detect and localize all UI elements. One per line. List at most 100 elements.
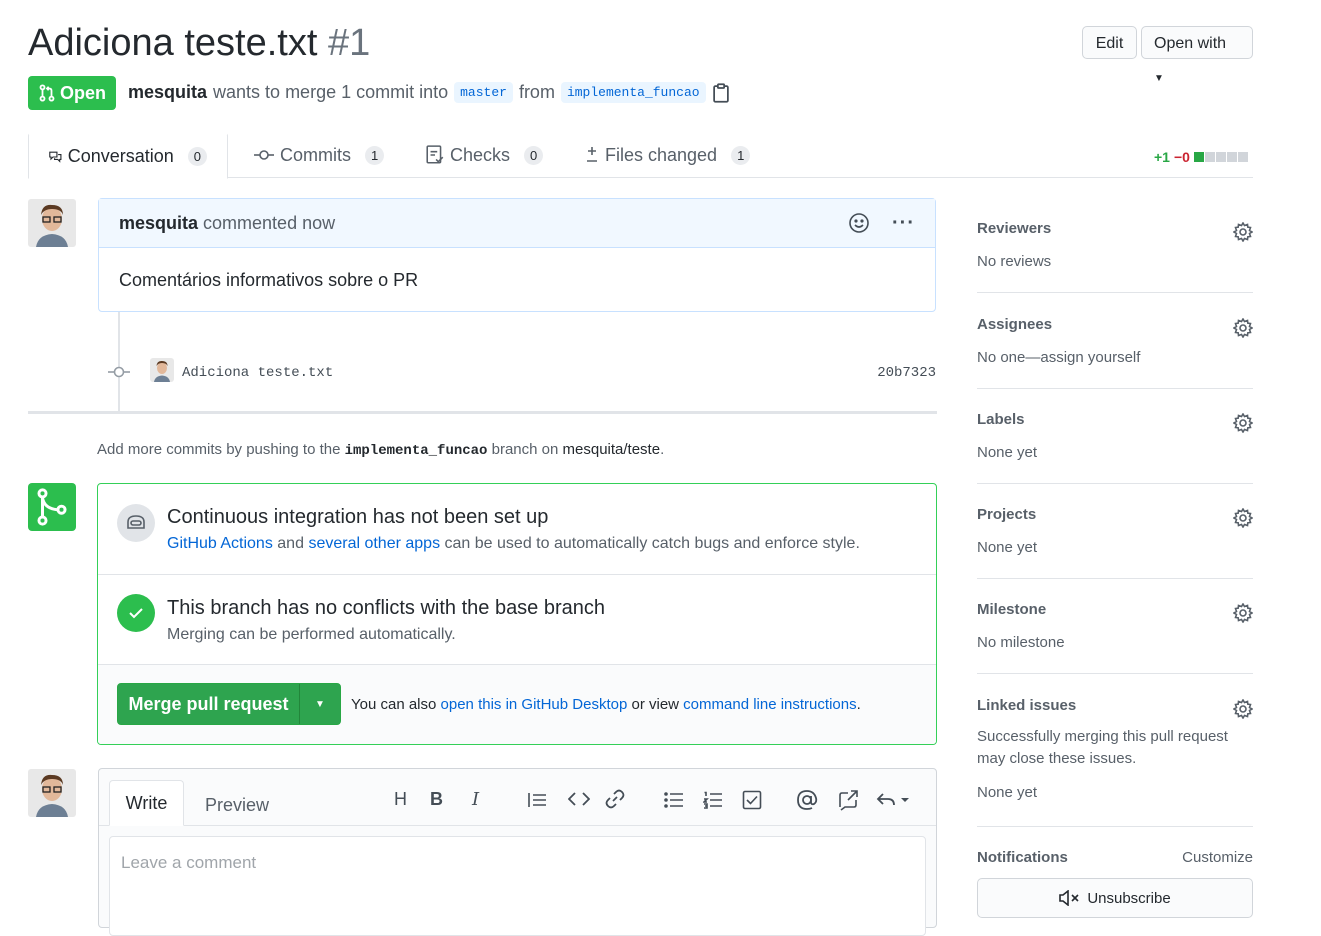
tab-files-changed-count: 1: [731, 145, 751, 165]
tab-files-changed[interactable]: Files changed 1: [585, 132, 751, 178]
edit-button[interactable]: Edit: [1082, 26, 1137, 59]
comment-body: Comentários informativos sobre o PR: [119, 270, 419, 290]
ci-subtitle: GitHub Actions and several other apps ca…: [167, 535, 860, 553]
check-circle: [117, 594, 155, 632]
author-link[interactable]: mesquita: [128, 82, 207, 103]
gear-icon[interactable]: [1233, 699, 1253, 719]
caret-down-icon: ▼: [1154, 73, 1164, 84]
mention-icon[interactable]: [796, 789, 818, 811]
avatar[interactable]: [28, 199, 76, 247]
italic-icon[interactable]: I: [472, 789, 479, 810]
other-apps-link[interactable]: several other apps: [308, 535, 440, 552]
from-text: from: [518, 82, 555, 102]
comment-author[interactable]: mesquita: [119, 213, 198, 234]
gear-icon[interactable]: [1233, 603, 1253, 623]
sidebar-notifications: Notifications Customize: [977, 849, 1253, 866]
comment-header: mesquita commented now ···: [99, 199, 935, 248]
tab-checks-label: Checks: [450, 144, 511, 165]
merge-button-label: Merge pull request: [118, 684, 300, 724]
commit-avatar[interactable]: [150, 358, 174, 382]
smiley-icon[interactable]: [848, 212, 870, 234]
commit-sha[interactable]: 20b7323: [877, 365, 936, 381]
tab-conversation[interactable]: Conversation 0: [28, 132, 228, 179]
sidebar-assignees: Assignees No one—assign yourself: [977, 316, 1253, 389]
heading-icon[interactable]: H: [394, 789, 407, 810]
sidebar-labels: Labels None yet: [977, 411, 1253, 484]
diffstat-block: [1193, 152, 1204, 162]
git-merge-icon: [37, 488, 67, 526]
code-icon[interactable]: [568, 791, 590, 807]
gear-icon[interactable]: [1233, 508, 1253, 528]
diffstat-block: [1237, 152, 1248, 162]
tab-commits[interactable]: Commits 1: [254, 132, 385, 178]
sidebar-reviewers-value: No reviews: [977, 253, 1052, 270]
commit-row: Adiciona teste.txt 20b7323: [108, 358, 936, 386]
comment-action: commented now: [203, 212, 336, 233]
tab-preview[interactable]: Preview: [205, 795, 269, 816]
period: .: [856, 696, 861, 713]
hint-middle: branch on: [491, 441, 559, 458]
unordered-list-icon[interactable]: [664, 791, 684, 809]
reply-icon[interactable]: [876, 791, 912, 809]
sidebar-milestone-value: No milestone: [977, 634, 1065, 651]
git-commit-icon: [108, 366, 130, 378]
pr-state-badge: Open: [28, 76, 116, 110]
kebab-horizontal-icon[interactable]: ···: [892, 212, 915, 235]
also-text: You can also: [351, 696, 437, 713]
sidebar-assignees-title: Assignees: [977, 316, 1053, 333]
sidebar-linked-issues-desc: Successfully merging this pull request m…: [977, 728, 1228, 767]
gear-icon[interactable]: [1233, 222, 1253, 242]
tab-checks-count: 0: [524, 145, 544, 165]
unsubscribe-button[interactable]: Unsubscribe: [977, 878, 1253, 918]
customize-link[interactable]: Customize: [1182, 849, 1253, 866]
pr-title: Adiciona teste.txt #1: [28, 22, 370, 65]
quote-icon[interactable]: [527, 791, 547, 809]
open-with-button[interactable]: Open with ▼: [1141, 26, 1253, 84]
avatar-image: [28, 769, 76, 817]
sidebar-projects-title: Projects: [977, 506, 1037, 523]
mute-icon: [1059, 890, 1079, 906]
gear-icon[interactable]: [1233, 413, 1253, 433]
cross-reference-icon[interactable]: [837, 789, 859, 811]
ci-icon-wrap: [117, 504, 155, 542]
github-actions-link[interactable]: GitHub Actions: [167, 535, 273, 552]
comment-placeholder: Leave a comment: [121, 853, 257, 872]
diffstat-block: [1215, 152, 1226, 162]
merge-pull-request-button[interactable]: Merge pull request ▼: [117, 683, 341, 725]
tab-checks[interactable]: Checks 0: [426, 132, 544, 178]
sidebar-assignees-value[interactable]: No one—assign yourself: [977, 347, 1253, 369]
tab-write[interactable]: Write: [109, 780, 184, 826]
sidebar-milestone-title: Milestone: [977, 601, 1047, 618]
sidebar-linked-issues-value: None yet: [977, 784, 1038, 801]
commit-message[interactable]: Adiciona teste.txt: [182, 365, 333, 381]
clipboard-icon[interactable]: [712, 82, 730, 103]
timeline-separator: [28, 411, 937, 414]
gear-icon[interactable]: [1233, 318, 1253, 338]
conflict-subtitle: Merging can be performed automatically.: [167, 626, 456, 643]
sidebar-reviewers: Reviewers No reviews: [977, 220, 1253, 293]
base-branch[interactable]: master: [454, 82, 513, 103]
checklist-icon: [426, 145, 444, 164]
bold-icon[interactable]: B: [430, 789, 443, 810]
link-icon[interactable]: [605, 789, 625, 809]
sidebar-notifications-title: Notifications: [977, 849, 1068, 866]
sidebar-projects: Projects None yet: [977, 506, 1253, 579]
merge-status-icon: [28, 483, 76, 531]
command-line-link[interactable]: command line instructions: [683, 696, 856, 713]
sidebar-linked-issues: Linked issues Successfully merging this …: [977, 697, 1253, 827]
tab-conversation-label: Conversation: [67, 146, 174, 166]
ordered-list-icon[interactable]: [703, 791, 723, 809]
comment-textarea[interactable]: Leave a comment: [109, 836, 926, 936]
or-view-text: or view: [631, 696, 679, 713]
github-desktop-link[interactable]: open this in GitHub Desktop: [441, 696, 628, 713]
conflict-title: This branch has no conflicts with the ba…: [167, 597, 606, 619]
pr-state-label: Open: [59, 82, 106, 103]
merge-method-dropdown[interactable]: ▼: [300, 684, 340, 724]
head-branch[interactable]: implementa_funcao: [560, 82, 706, 103]
avatar[interactable]: [28, 769, 76, 817]
ci-and: and: [277, 535, 304, 552]
task-list-icon[interactable]: [742, 790, 762, 810]
hint-suffix: .: [660, 441, 665, 458]
hint-repo[interactable]: mesquita/teste: [563, 441, 661, 458]
sidebar-reviewers-title: Reviewers: [977, 220, 1052, 237]
